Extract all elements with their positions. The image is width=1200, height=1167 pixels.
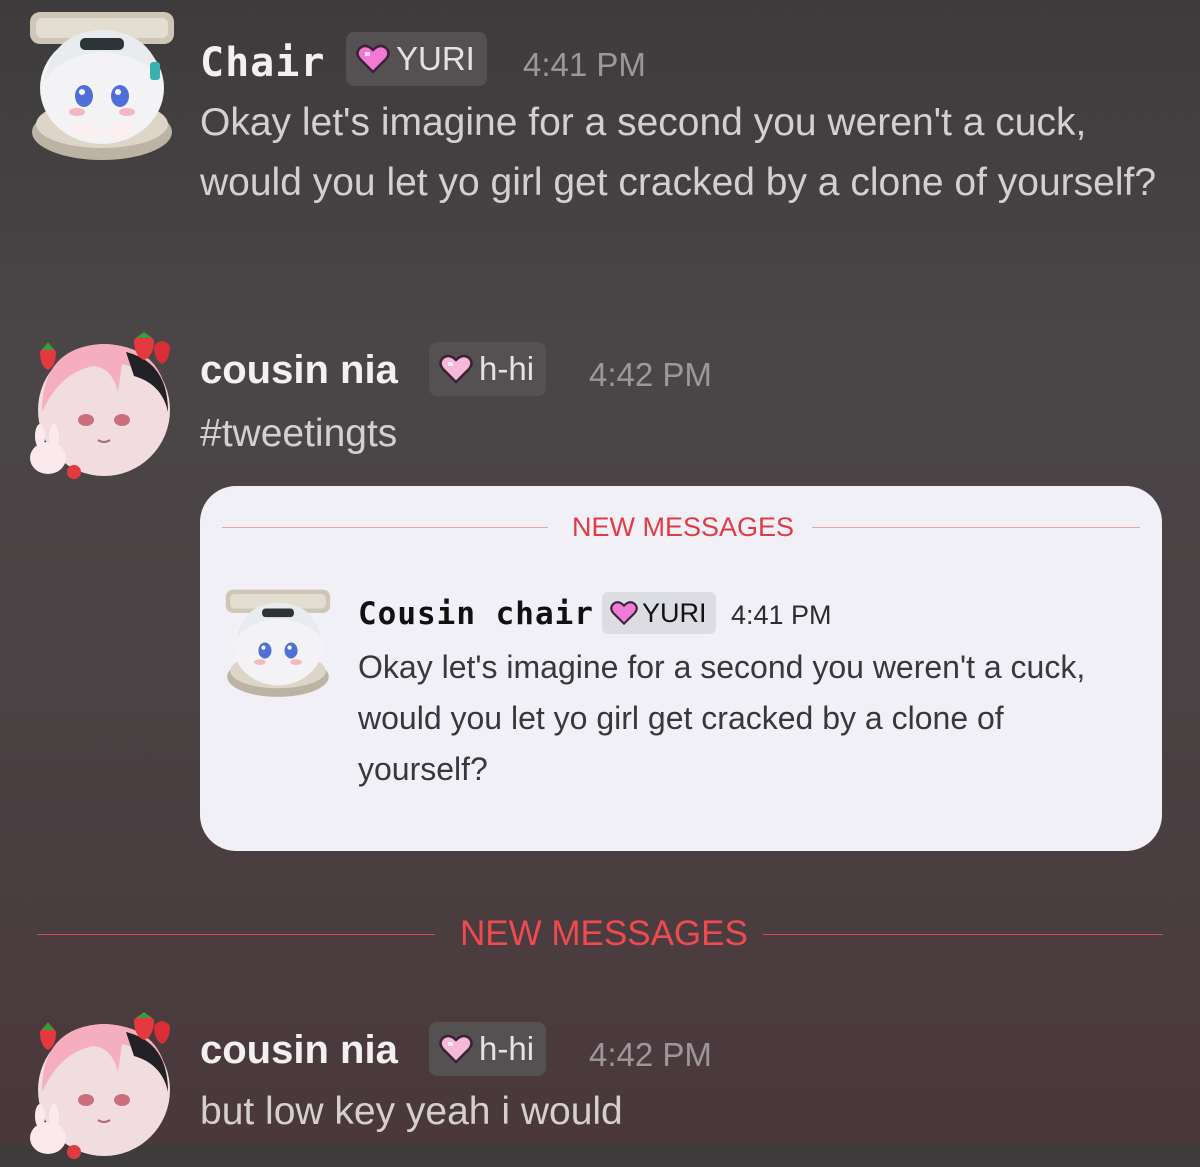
strawberry-girl-avatar-icon: [30, 1012, 170, 1159]
embed-role-label: YURI: [642, 597, 707, 628]
heart-icon: [439, 354, 473, 384]
author-name[interactable]: cousin nia: [200, 1028, 398, 1073]
role-label: h-hi: [479, 1030, 535, 1067]
message-text: #tweetingts: [200, 412, 398, 455]
role-tag[interactable]: h-hi: [429, 342, 547, 396]
timestamp: 4:41 PM: [523, 46, 646, 83]
avatar-cousin-nia[interactable]: [22, 332, 172, 482]
toilet-girl-avatar-icon: [225, 589, 331, 697]
message-chair: Chair YURI 4:41 PM Okay let's imagine fo…: [0, 0, 1200, 290]
author-name[interactable]: cousin nia: [200, 348, 398, 393]
new-messages-label: NEW MESSAGES: [460, 914, 748, 953]
embed-new-messages-label: NEW MESSAGES: [572, 512, 795, 542]
new-messages-divider-right: [763, 934, 1163, 935]
timestamp: 4:42 PM: [589, 1036, 712, 1073]
message-text: Okay let's imagine for a second you were…: [200, 101, 1157, 204]
toilet-girl-avatar-icon: [30, 12, 174, 160]
author-name[interactable]: Chair: [200, 40, 325, 86]
timestamp: 4:42 PM: [589, 356, 712, 393]
embed-divider-right: [812, 527, 1140, 528]
role-label: h-hi: [479, 350, 535, 387]
embed-avatar: [220, 588, 331, 698]
embed-author-name: Cousin chair: [358, 596, 594, 632]
strawberry-girl-avatar-icon: [30, 332, 170, 479]
avatar-cousin-nia[interactable]: [22, 1012, 172, 1162]
message-cousin-nia: cousin nia h-hi 4:42 PM #tweetingts: [0, 320, 1200, 479]
avatar-chair[interactable]: [22, 12, 174, 162]
heart-icon: [356, 44, 390, 74]
message-text: but low key yeah i would: [200, 1090, 623, 1133]
embed-timestamp: 4:41 PM: [731, 600, 832, 630]
role-tag[interactable]: YURI: [346, 32, 487, 86]
message-cousin-nia-2: cousin nia h-hi 4:42 PM but low key yeah…: [0, 1000, 1200, 1159]
heart-icon: [610, 601, 638, 626]
embed-divider-left: [222, 527, 548, 528]
role-tag[interactable]: h-hi: [429, 1022, 547, 1076]
embed-message-text: Okay let's imagine for a second you were…: [358, 649, 1086, 787]
heart-icon: [439, 1034, 473, 1064]
new-messages-divider-left: [37, 934, 435, 935]
role-label: YURI: [396, 40, 475, 77]
embedded-screenshot-card[interactable]: NEW MESSAGES Cousin chair YURI 4:41 PM O…: [200, 486, 1162, 851]
embed-role-tag: YURI: [602, 592, 716, 634]
